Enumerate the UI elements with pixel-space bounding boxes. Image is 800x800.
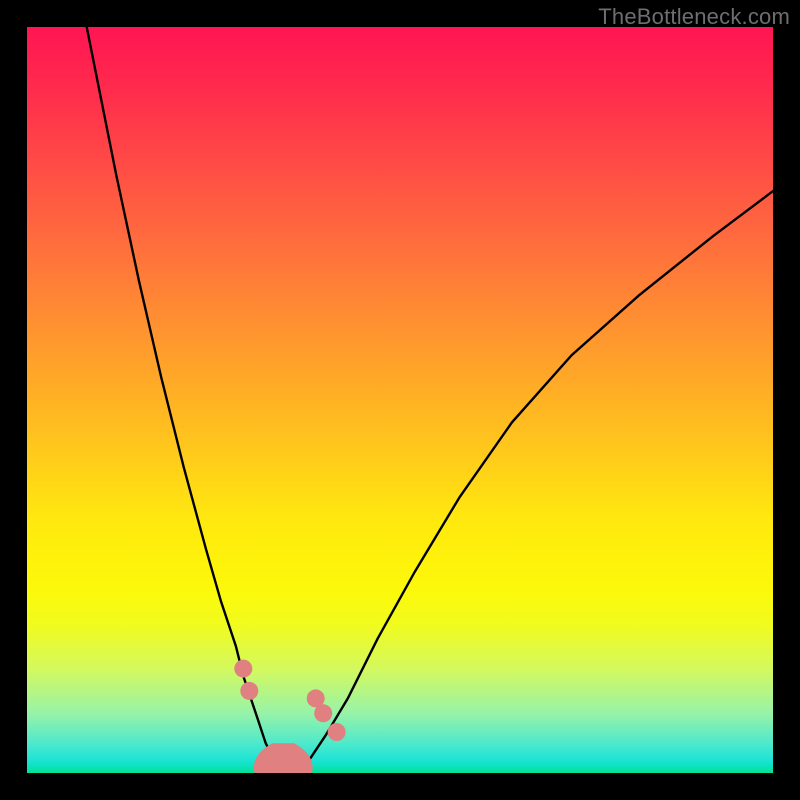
bottleneck-curve (87, 27, 773, 769)
watermark-text: TheBottleneck.com (598, 4, 790, 30)
curve-marker (234, 660, 252, 678)
curve-marker (240, 682, 258, 700)
valley-fill (254, 743, 313, 773)
chart-frame: TheBottleneck.com (0, 0, 800, 800)
curve-marker (328, 723, 346, 741)
chart-svg (27, 27, 773, 773)
plot-area (27, 27, 773, 773)
curve-marker (314, 704, 332, 722)
